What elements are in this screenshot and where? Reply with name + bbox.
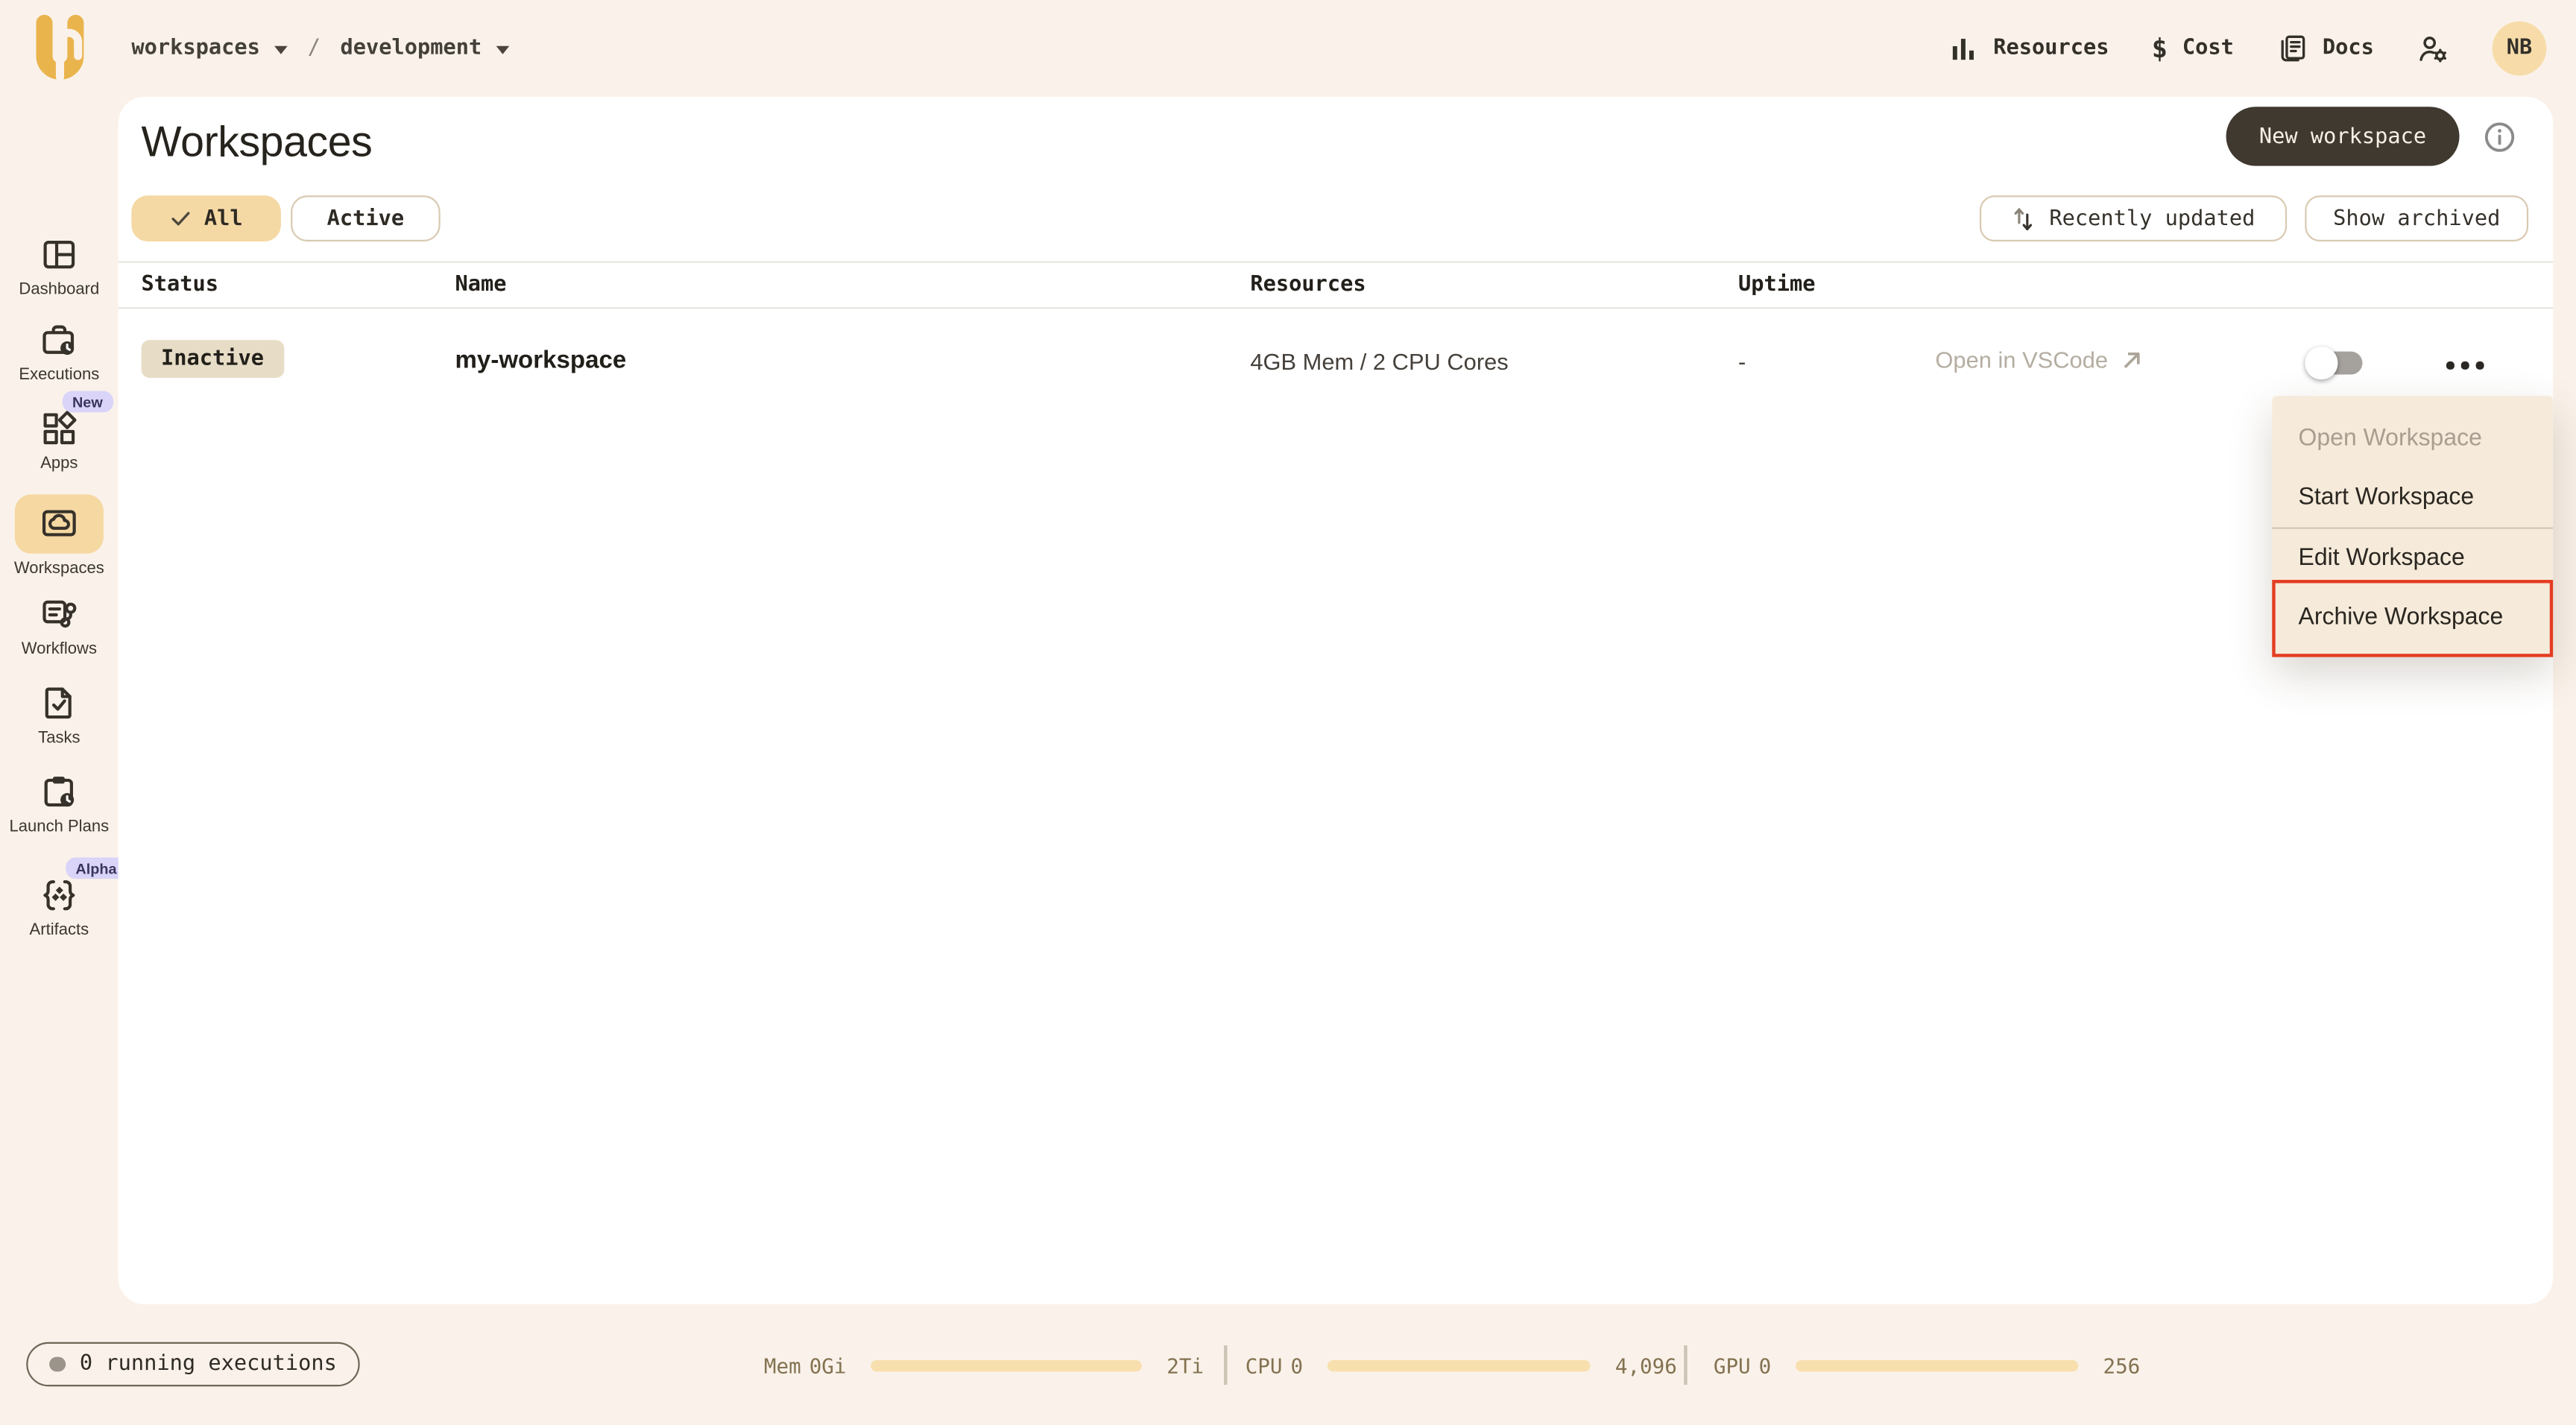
table-header-bottom-border: [118, 307, 2554, 309]
workspace-uptime: -: [1737, 348, 1746, 375]
status-dot-icon: [49, 1356, 66, 1372]
workspace-resources: 4GB Mem / 2 CPU Cores: [1250, 348, 1509, 375]
breadcrumb-separator: /: [307, 36, 321, 61]
workspaces-icon: [40, 505, 79, 544]
breadcrumb-development[interactable]: development: [340, 36, 482, 60]
breadcrumb: workspaces / development: [131, 0, 510, 97]
column-header-status: Status: [141, 271, 219, 297]
column-header-uptime: Uptime: [1737, 271, 1816, 297]
column-header-name: Name: [455, 271, 507, 297]
toggle-knob: [2305, 347, 2337, 379]
gpu-meter-bar: [1796, 1359, 2079, 1371]
sidebar-item-dashboard[interactable]: Dashboard: [0, 235, 119, 299]
menu-item-start-workspace[interactable]: Start Workspace: [2272, 467, 2553, 526]
bar-chart-icon: [1949, 34, 1979, 63]
menu-item-archive-workspace[interactable]: Archive Workspace: [2272, 587, 2553, 646]
sidebar-item-artifacts[interactable]: Alpha Artifacts: [0, 857, 127, 940]
info-icon[interactable]: [2482, 120, 2516, 154]
column-header-resources: Resources: [1250, 271, 1366, 297]
row-menu-button[interactable]: [2443, 358, 2486, 372]
chevron-down-icon[interactable]: [274, 45, 288, 54]
show-archived-button[interactable]: Show archived: [2305, 195, 2529, 242]
sort-arrows-icon: [2012, 204, 2036, 232]
top-nav: Resources $ Cost Docs NB: [1949, 0, 2547, 97]
sidebar-item-workflows[interactable]: Workflows: [0, 595, 119, 659]
page-title: Workspaces: [141, 116, 373, 166]
workspace-context-menu: Open Workspace Start Workspace Edit Work…: [2272, 395, 2554, 657]
top-bar: workspaces / development Resources $ Cos…: [0, 0, 2576, 97]
workspace-name: my-workspace: [455, 347, 627, 375]
workspace-power-toggle[interactable]: [2305, 347, 2363, 379]
new-badge: New: [62, 391, 113, 413]
meter-divider: [1224, 1345, 1227, 1385]
sidebar: Dashboard Executions New Apps Workspaces…: [0, 97, 127, 1304]
sidebar-item-workspaces[interactable]: Workspaces: [0, 494, 119, 578]
sort-button[interactable]: Recently updated: [1979, 195, 2288, 242]
filter-all-chip[interactable]: All: [131, 195, 281, 242]
user-gear-icon: [2416, 32, 2449, 65]
memory-meter: Mem 0Gi 2Ti: [763, 1353, 1205, 1378]
artifacts-icon: Alpha: [40, 857, 127, 915]
filter-active-chip[interactable]: Active: [291, 195, 441, 242]
tasks-icon: [40, 683, 79, 723]
memory-meter-bar: [871, 1359, 1143, 1371]
nav-cost[interactable]: $ Cost: [2152, 33, 2234, 64]
launch-plans-icon: [40, 772, 79, 812]
dollar-icon: $: [2151, 33, 2168, 64]
chevron-down-icon[interactable]: [496, 45, 510, 54]
menu-item-open-workspace: Open Workspace: [2298, 424, 2482, 452]
breadcrumb-workspaces[interactable]: workspaces: [131, 36, 260, 60]
alpha-badge: Alpha: [66, 857, 127, 879]
open-in-vscode-link: Open in VSCode: [1935, 347, 2144, 373]
gpu-meter: GPU 0 256: [1713, 1353, 2141, 1378]
active-item-highlight: [14, 494, 104, 554]
cpu-meter-bar: [1328, 1359, 1591, 1371]
meter-divider: [1684, 1345, 1687, 1385]
cpu-meter: CPU 0 4,096: [1245, 1353, 1677, 1378]
check-icon: [170, 207, 193, 230]
docs-icon: [2276, 33, 2308, 64]
status-badge: Inactive: [141, 340, 284, 378]
status-bar: 0 running executions Mem 0Gi 2Ti CPU 0 4…: [0, 1304, 2576, 1425]
menu-item-edit-workspace[interactable]: Edit Workspace: [2272, 528, 2553, 587]
union-logo-icon[interactable]: [26, 13, 92, 86]
nav-resources[interactable]: Resources: [1949, 34, 2109, 63]
avatar[interactable]: NB: [2492, 21, 2547, 76]
sidebar-item-tasks[interactable]: Tasks: [0, 683, 119, 748]
apps-icon: New: [40, 391, 113, 449]
nav-docs[interactable]: Docs: [2276, 33, 2374, 64]
workflows-icon: [40, 595, 79, 634]
admin-settings-button[interactable]: [2416, 32, 2449, 65]
running-executions-button[interactable]: 0 running executions: [26, 1342, 360, 1387]
sidebar-item-executions[interactable]: Executions: [0, 320, 119, 385]
app-root: workspaces / development Resources $ Cos…: [0, 0, 2576, 1425]
sidebar-item-launch-plans[interactable]: Launch Plans: [0, 772, 119, 836]
sidebar-item-apps[interactable]: New Apps: [0, 391, 119, 473]
workspaces-panel: Workspaces New workspace All Active Rece…: [118, 97, 2554, 1305]
new-workspace-button[interactable]: New workspace: [2226, 107, 2460, 166]
dashboard-icon: [40, 235, 79, 274]
executions-icon: [40, 320, 79, 360]
arrow-up-right-icon: [2119, 347, 2144, 372]
